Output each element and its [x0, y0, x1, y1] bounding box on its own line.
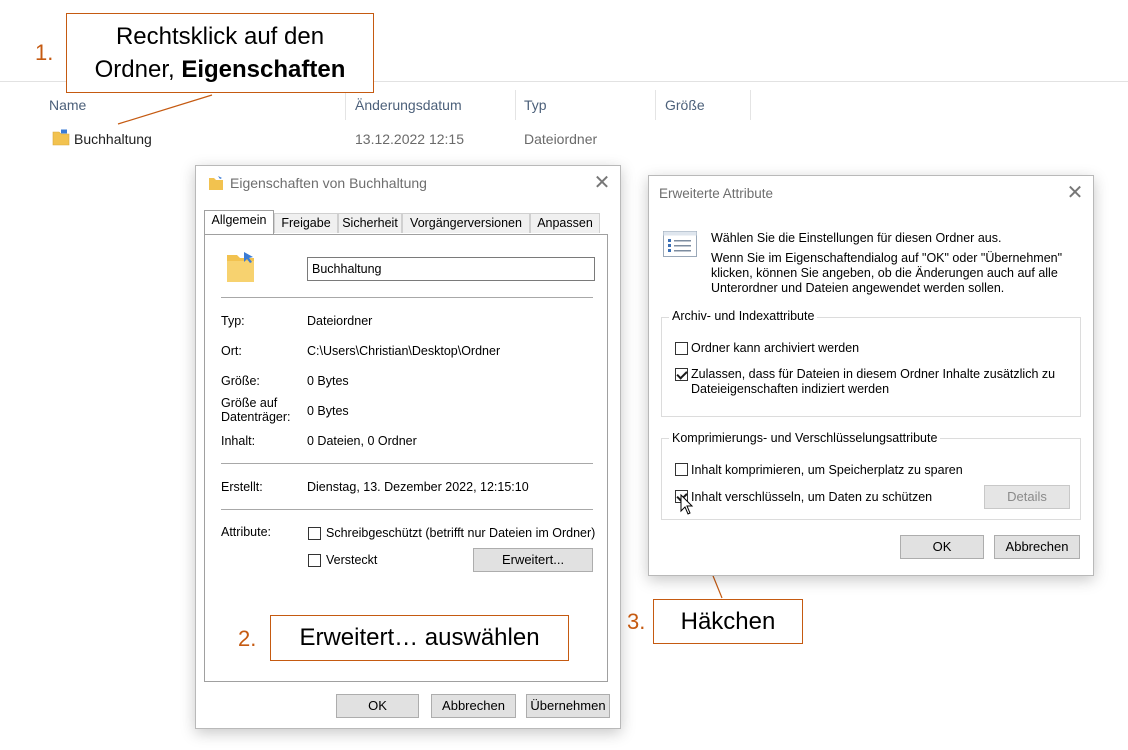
encrypt-label: Inhalt verschlüsseln, um Daten zu schütz… [691, 490, 933, 504]
tab-allgemein[interactable]: Allgemein [204, 210, 274, 234]
readonly-label: Schreibgeschützt (betrifft nur Dateien i… [326, 526, 596, 540]
size-label: Größe: [221, 374, 260, 388]
contents-label: Inhalt: [221, 434, 256, 448]
file-name: Buchhaltung [74, 131, 152, 147]
location-label: Ort: [221, 344, 242, 358]
column-separator[interactable] [345, 90, 346, 120]
column-header-modified[interactable]: Änderungsdatum [355, 97, 462, 113]
created-label: Erstellt: [221, 480, 263, 494]
hidden-label: Versteckt [326, 553, 378, 567]
readonly-checkbox[interactable] [308, 527, 321, 540]
callout-step-1: Rechtsklick auf den Ordner, Eigenschafte… [66, 13, 374, 93]
file-type: Dateiordner [524, 131, 598, 147]
column-separator[interactable] [515, 90, 516, 120]
folder-icon [52, 129, 70, 146]
callout-1-line-2: Ordner, Eigenschaften [67, 53, 373, 86]
contents-value: 0 Dateien, 0 Ordner [307, 434, 417, 448]
file-row-buchhaltung[interactable]: Buchhaltung 13.12.2022 12:15 Dateiordner [50, 128, 640, 150]
column-header-name[interactable]: Name [49, 97, 86, 113]
file-modified: 13.12.2022 12:15 [355, 131, 464, 147]
separator [221, 297, 593, 298]
properties-title: Eigenschaften von Buchhaltung [230, 175, 427, 191]
disk-size-label-2: Datenträger: [221, 410, 291, 424]
compress-label: Inhalt komprimieren, um Speicherplatz zu… [691, 463, 963, 477]
separator [221, 463, 593, 464]
archive-index-group-title: Archiv- und Indexattribute [669, 309, 818, 323]
folder-name-field[interactable]: Buchhaltung [307, 257, 595, 281]
apply-button[interactable]: Übernehmen [526, 694, 610, 718]
created-value: Dienstag, 13. Dezember 2022, 12:15:10 [307, 480, 529, 494]
type-label: Typ: [221, 314, 245, 328]
column-separator[interactable] [655, 90, 656, 120]
compress-checkbox[interactable] [675, 463, 688, 476]
tab-strip: Allgemein Freigabe Sicherheit Vorgängerv… [204, 210, 604, 235]
advanced-button[interactable]: Erweitert... [473, 548, 593, 572]
callout-1-line-1: Rechtsklick auf den [115, 23, 325, 50]
advanced-title: Erweiterte Attribute [659, 186, 774, 201]
intro-text-2a: Wenn Sie im Eigenschaftendialog auf "OK"… [711, 251, 1063, 265]
cancel-button[interactable]: Abbrechen [994, 535, 1080, 559]
column-separator[interactable] [750, 90, 751, 120]
archive-checkbox[interactable] [675, 342, 688, 355]
hidden-checkbox[interactable] [308, 554, 321, 567]
location-value: C:\Users\Christian\Desktop\Ordner [307, 344, 501, 358]
step-number-1: 1. [35, 40, 54, 65]
tab-sicherheit[interactable]: Sicherheit [338, 213, 402, 233]
archive-label: Ordner kann archiviert werden [691, 341, 860, 355]
compress-encrypt-group-title: Komprimierungs- und Verschlüsselungsattr… [669, 431, 941, 445]
attributes-label: Attribute: [221, 525, 272, 539]
intro-text-2c: Unterordner und Dateien angewendet werde… [711, 281, 1005, 295]
index-checkbox[interactable] [675, 368, 688, 381]
separator [221, 509, 593, 510]
tab-vorgaengerversionen[interactable]: Vorgängerversionen [402, 213, 530, 233]
cancel-button[interactable]: Abbrechen [431, 694, 516, 718]
index-label-1: Zulassen, dass für Dateien in diesem Ord… [691, 367, 1056, 381]
folder-properties-icon [209, 176, 223, 190]
disk-size-value: 0 Bytes [307, 404, 349, 418]
step-number-3: 3. [627, 609, 646, 634]
settings-list-icon [663, 231, 697, 257]
disk-size-label-1: Größe auf [221, 396, 278, 410]
size-value: 0 Bytes [307, 374, 349, 388]
callout-step-2: Erweitert… auswählen [270, 615, 569, 661]
folder-name-value: Buchhaltung [312, 262, 382, 276]
mouse-cursor-icon [680, 494, 694, 515]
callout-step-3: Häkchen [653, 599, 803, 644]
large-folder-icon [227, 252, 254, 282]
advanced-attributes-dialog: Erweiterte Attribute ✕ Wählen Sie die Ei… [648, 175, 1094, 576]
intro-text: Wählen Sie die Einstellungen für diesen … [711, 231, 1002, 245]
column-header-size[interactable]: Größe [665, 97, 705, 113]
details-button[interactable]: Details [984, 485, 1070, 509]
tab-anpassen[interactable]: Anpassen [530, 213, 600, 233]
close-icon[interactable]: ✕ [1066, 183, 1084, 203]
ok-button[interactable]: OK [900, 535, 984, 559]
index-label-2: Dateieigenschaften indiziert werden [691, 382, 890, 396]
column-header-type[interactable]: Typ [524, 97, 547, 113]
ok-button[interactable]: OK [336, 694, 419, 718]
callout-1-prefix: Ordner, [94, 56, 182, 83]
callout-1-bold: Eigenschaften [181, 56, 346, 83]
intro-text-2b: klicken, können Sie angeben, ob die Ände… [711, 266, 1058, 280]
step-number-2: 2. [238, 626, 257, 651]
close-icon[interactable]: ✕ [593, 173, 611, 193]
type-value: Dateiordner [307, 314, 373, 328]
tab-freigabe[interactable]: Freigabe [274, 213, 338, 233]
